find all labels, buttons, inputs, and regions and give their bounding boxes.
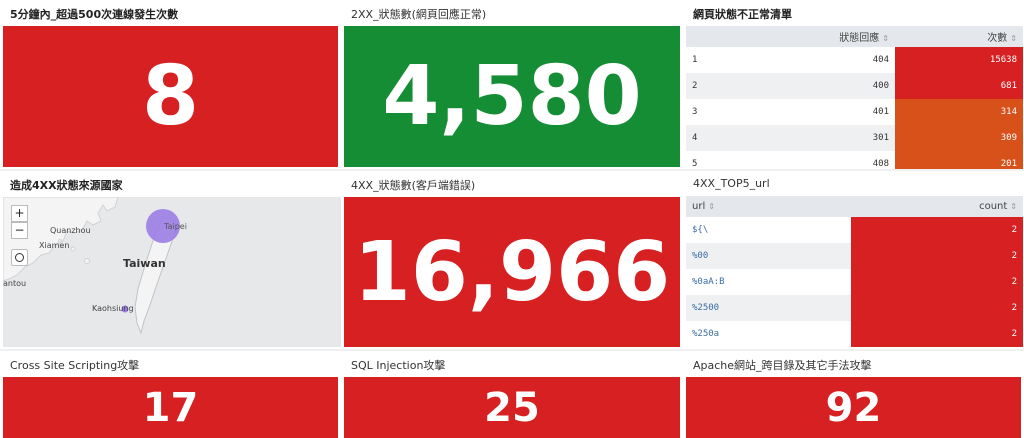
- panel-sql-injection-attacks: SQL Injection攻擊 25: [341, 351, 683, 438]
- table-row: %00 2: [686, 243, 1023, 269]
- panel-xss-attacks: Cross Site Scripting攻擊 17: [0, 351, 341, 438]
- status-cell[interactable]: 401: [708, 99, 895, 125]
- column-header-url[interactable]: url ⇕: [686, 196, 851, 217]
- row-index: 3: [686, 99, 708, 125]
- status-cell[interactable]: 400: [708, 73, 895, 99]
- panel-title: Apache網站_跨目錄及其它手法攻擊: [693, 359, 872, 372]
- row-index: 1: [686, 47, 708, 73]
- panel-4xx-count: 4XX_狀態數(客戶端錯誤) 16,966: [341, 171, 683, 349]
- url-cell[interactable]: %250a: [686, 321, 851, 347]
- island: [84, 258, 90, 264]
- table-row: 3 401 314: [686, 99, 1023, 125]
- count-cell[interactable]: 15638: [895, 47, 1023, 73]
- count-cell[interactable]: 201: [895, 151, 1023, 169]
- map-label: Kaohsiung: [92, 304, 134, 313]
- column-header-count[interactable]: 次數 ⇕: [895, 26, 1023, 47]
- zoom-in-button[interactable]: +: [11, 205, 28, 222]
- single-value[interactable]: 25: [344, 377, 680, 438]
- url-cell[interactable]: %0aA:B: [686, 269, 851, 295]
- row-index: 5: [686, 151, 708, 169]
- single-value[interactable]: 8: [3, 26, 338, 167]
- column-header-status[interactable]: 狀態回應 ⇕: [708, 26, 895, 47]
- panel-connection-spikes: 5分鐘內_超過500次連線發生次數 8: [0, 0, 341, 169]
- table-row: 4 301 309: [686, 125, 1023, 151]
- panel-apache-traversal-attacks: Apache網站_跨目錄及其它手法攻擊 92: [683, 351, 1024, 438]
- panel-title: Cross Site Scripting攻擊: [10, 359, 140, 372]
- count-cell[interactable]: 309: [895, 125, 1023, 151]
- column-header-index: [686, 26, 708, 47]
- table-row: 2 400 681: [686, 73, 1023, 99]
- url-cell[interactable]: %2500: [686, 295, 851, 321]
- count-cell[interactable]: 2: [851, 217, 1023, 243]
- table-row: %250a 2: [686, 321, 1023, 347]
- panel-title: 造成4XX狀態來源國家: [10, 179, 123, 192]
- panel-title: 2XX_狀態數(網頁回應正常): [351, 8, 487, 21]
- recenter-button[interactable]: [11, 249, 28, 266]
- map-canvas: [3, 197, 180, 335]
- sort-icon: ⇕: [1010, 34, 1017, 43]
- zoom-out-button[interactable]: −: [11, 222, 28, 239]
- single-value[interactable]: 92: [686, 377, 1021, 438]
- count-cell[interactable]: 2: [851, 269, 1023, 295]
- table-row: %0aA:B 2: [686, 269, 1023, 295]
- table-row: 5 408 201: [686, 151, 1023, 169]
- choropleth-map[interactable]: + − Quanzhou Xiamen Taiwan Taipei Kaohsi…: [3, 197, 341, 347]
- count-cell[interactable]: 2: [851, 243, 1023, 269]
- row-index: 2: [686, 73, 708, 99]
- table-row: %2500 2: [686, 295, 1023, 321]
- map-label: antou: [3, 279, 27, 288]
- island: [70, 246, 76, 252]
- url-cell[interactable]: %00: [686, 243, 851, 269]
- status-cell[interactable]: 301: [708, 125, 895, 151]
- panel-4xx-top5-url: 4XX_TOP5_url url ⇕ count ⇕ ${\ 2 %00 2 %0a…: [683, 171, 1024, 349]
- single-value[interactable]: 4,580: [344, 26, 680, 167]
- panel-title: SQL Injection攻擊: [351, 359, 446, 372]
- url-table: url ⇕ count ⇕ ${\ 2 %00 2 %0aA:B 2 %2500 2: [686, 196, 1023, 347]
- map-label: Quanzhou: [50, 226, 91, 235]
- status-cell[interactable]: 408: [708, 151, 895, 169]
- panel-title: 4XX_狀態數(客戶端錯誤): [351, 179, 476, 192]
- status-table: 狀態回應 ⇕ 次數 ⇕ 1 404 15638 2 400 681 3 401 31…: [686, 26, 1023, 169]
- single-value[interactable]: 17: [3, 377, 338, 438]
- count-cell[interactable]: 314: [895, 99, 1023, 125]
- count-cell[interactable]: 2: [851, 321, 1023, 347]
- panel-abnormal-status-list: 網頁狀態不正常清單 狀態回應 ⇕ 次數 ⇕ 1 404 15638 2 400 68…: [683, 0, 1024, 169]
- map-label: Taiwan: [123, 257, 166, 270]
- map-label: Xiamen: [39, 241, 70, 250]
- table-row: 1 404 15638: [686, 47, 1023, 73]
- sort-icon: ⇕: [1010, 202, 1017, 211]
- panel-title: 網頁狀態不正常清單: [693, 8, 792, 21]
- panel-2xx-count: 2XX_狀態數(網頁回應正常) 4,580: [341, 0, 683, 169]
- count-cell[interactable]: 681: [895, 73, 1023, 99]
- sort-icon: ⇕: [882, 34, 889, 43]
- sort-icon: ⇕: [708, 202, 715, 211]
- panel-title: 5分鐘內_超過500次連線發生次數: [10, 8, 179, 21]
- table-row: ${\ 2: [686, 217, 1023, 243]
- column-header-count[interactable]: count ⇕: [851, 196, 1023, 217]
- map-label: Taipei: [164, 222, 187, 231]
- panel-title: 4XX_TOP5_url: [693, 177, 770, 190]
- count-cell[interactable]: 2: [851, 295, 1023, 321]
- url-cell[interactable]: ${\: [686, 217, 851, 243]
- single-value[interactable]: 16,966: [344, 197, 680, 347]
- locate-icon: [15, 253, 24, 262]
- row-index: 4: [686, 125, 708, 151]
- status-cell[interactable]: 404: [708, 47, 895, 73]
